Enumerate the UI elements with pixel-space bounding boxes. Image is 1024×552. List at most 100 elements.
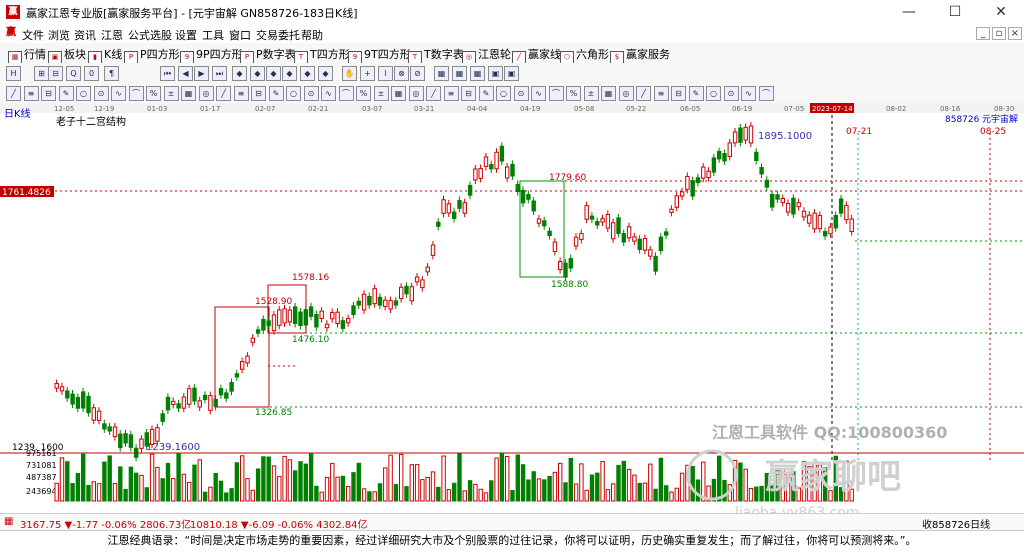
analysis-tool-17-icon[interactable]: ⊙ [303, 86, 319, 101]
analysis-tool-13-icon[interactable]: ≡ [233, 86, 249, 101]
analysis-tool-24-icon[interactable]: ╱ [426, 86, 441, 101]
analysis-tool-34-icon[interactable]: ▦ [601, 86, 616, 101]
analysis-tool-37-icon[interactable]: ≡ [653, 86, 669, 101]
analysis-tool-25-icon[interactable]: ≡ [443, 86, 459, 101]
toolbar-kline-button[interactable]: ▮ K线 [88, 46, 122, 64]
drawing-tool-24-icon[interactable]: ▣ [488, 66, 503, 81]
toolbar-winner-line-button[interactable]: ╱ 赢家线 [512, 46, 561, 64]
analysis-tool-43-icon[interactable]: ⌒ [758, 86, 774, 101]
analysis-tool-41-icon[interactable]: ⊙ [723, 86, 739, 101]
drawing-tool-20-icon[interactable]: ⊘ [410, 66, 425, 81]
menu-window[interactable]: 窗口 [229, 27, 251, 43]
drawing-tool-19-icon[interactable]: ⊗ [394, 66, 409, 81]
analysis-tool-31-icon[interactable]: ⌒ [548, 86, 564, 101]
menu-gann[interactable]: 江恩 [101, 27, 123, 43]
analysis-tool-6-icon[interactable]: ∿ [111, 86, 126, 101]
drawing-tool-25-icon[interactable]: ▣ [504, 66, 519, 81]
toolbar-9t-square-button[interactable]: 9 9T四方形 [348, 46, 411, 64]
drawing-tool-15-icon[interactable]: ◆ [318, 66, 333, 81]
analysis-tool-15-icon[interactable]: ✎ [268, 86, 284, 101]
drawing-tool-8-icon[interactable]: ▶ [194, 66, 209, 81]
drawing-tool-1-icon[interactable]: ⊞ [34, 66, 49, 81]
analysis-tool-8-icon[interactable]: % [146, 86, 161, 101]
analysis-tool-22-icon[interactable]: ▦ [391, 86, 406, 101]
toolbar-t-table-button[interactable]: T T数字表 [408, 46, 464, 64]
mdi-minimize-button[interactable]: _ [976, 27, 990, 40]
analysis-tool-36-icon[interactable]: ╱ [636, 86, 651, 101]
analysis-tool-9-icon[interactable]: ± [163, 86, 179, 101]
drawing-tool-17-icon[interactable]: + [360, 66, 375, 81]
drawing-tool-9-icon[interactable]: ⏭ [212, 66, 227, 81]
toolbar-t-square-button[interactable]: T T四方形 [294, 46, 350, 64]
analysis-tool-14-icon[interactable]: ⊟ [251, 86, 266, 101]
drawing-tool-21-icon[interactable]: ▦ [434, 66, 449, 81]
analysis-tool-3-icon[interactable]: ✎ [58, 86, 74, 101]
analysis-tool-7-icon[interactable]: ⌒ [128, 86, 144, 101]
toolbar-service-button[interactable]: $ 赢家服务 [610, 46, 670, 64]
analysis-tool-12-icon[interactable]: ╱ [216, 86, 231, 101]
menu-tools[interactable]: 工具 [202, 27, 224, 43]
drawing-tool-0-icon[interactable]: H [6, 66, 21, 81]
toolbar-gann-wheel-button[interactable]: ◎ 江恩轮 [462, 46, 511, 64]
kline-chart[interactable]: 12-05 12-19 01-03 01-17 02-07 02-21 03-07 03-21… [0, 103, 1024, 521]
mdi-restore-button[interactable]: ▫ [992, 27, 1006, 40]
maximize-button[interactable]: ☐ [932, 0, 978, 24]
toolbar-sector-button[interactable]: ▣ 板块 [48, 46, 86, 64]
drawing-tool-16-icon[interactable]: ✋ [342, 66, 357, 81]
menu-settings[interactable]: 设置 [175, 27, 197, 43]
analysis-tool-18-icon[interactable]: ∿ [321, 86, 336, 101]
analysis-tool-10-icon[interactable]: ▦ [181, 86, 196, 101]
analysis-tool-28-icon[interactable]: ○ [496, 86, 511, 101]
drawing-tool-23-icon[interactable]: ▦ [470, 66, 485, 81]
menu-browse[interactable]: 浏览 [48, 27, 70, 43]
analysis-tool-32-icon[interactable]: % [566, 86, 581, 101]
menu-formula[interactable]: 公式选股 [128, 27, 172, 43]
drawing-tool-18-icon[interactable]: ⌇ [378, 66, 393, 81]
menu-info[interactable]: 资讯 [74, 27, 96, 43]
kline-chart-panel[interactable]: 12-05 12-19 01-03 01-17 02-07 02-21 03-07 03-21… [0, 103, 1024, 521]
drawing-tool-22-icon[interactable]: ▦ [452, 66, 467, 81]
analysis-tool-42-icon[interactable]: ∿ [741, 86, 756, 101]
minimize-button[interactable]: — [886, 0, 932, 24]
drawing-tool-5-icon[interactable]: ¶ [104, 66, 119, 81]
drawing-tool-6-icon[interactable]: ⏮ [160, 66, 175, 81]
analysis-tool-29-icon[interactable]: ⊙ [513, 86, 529, 101]
menu-file[interactable]: 文件 [22, 27, 44, 43]
drawing-tool-2-icon[interactable]: ⊟ [48, 66, 63, 81]
toolbar-p-square-button[interactable]: P P四方形 [124, 46, 180, 64]
drawing-tool-12-icon[interactable]: ◆ [266, 66, 281, 81]
drawing-tool-3-icon[interactable]: Q [66, 66, 81, 81]
analysis-tool-1-icon[interactable]: ≡ [23, 86, 39, 101]
analysis-tool-4-icon[interactable]: ○ [76, 86, 91, 101]
analysis-tool-16-icon[interactable]: ○ [286, 86, 301, 101]
analysis-tool-20-icon[interactable]: % [356, 86, 371, 101]
menu-trade[interactable]: 交易委托 [256, 27, 300, 43]
close-button[interactable]: ✕ [978, 0, 1024, 24]
analysis-tool-19-icon[interactable]: ⌒ [338, 86, 354, 101]
analysis-tool-27-icon[interactable]: ✎ [478, 86, 494, 101]
analysis-tool-40-icon[interactable]: ○ [706, 86, 721, 101]
analysis-tool-39-icon[interactable]: ✎ [688, 86, 704, 101]
drawing-tool-7-icon[interactable]: ◀ [178, 66, 193, 81]
analysis-tool-21-icon[interactable]: ± [373, 86, 389, 101]
toolbar-hexagon-button[interactable]: ⬡ 六角形 [560, 46, 609, 64]
analysis-tool-5-icon[interactable]: ⊙ [93, 86, 109, 101]
toolbar-p-table-button[interactable]: P P数字表 [240, 46, 296, 64]
drawing-tool-13-icon[interactable]: ◆ [282, 66, 297, 81]
analysis-tool-35-icon[interactable]: ◎ [618, 86, 634, 101]
analysis-tool-26-icon[interactable]: ⊟ [461, 86, 476, 101]
analysis-tool-33-icon[interactable]: ± [583, 86, 599, 101]
analysis-tool-11-icon[interactable]: ◎ [198, 86, 214, 101]
analysis-tool-0-icon[interactable]: ╱ [6, 86, 21, 101]
drawing-tool-4-icon[interactable]: 0 [84, 66, 99, 81]
menu-help[interactable]: 帮助 [301, 27, 323, 43]
drawing-tool-14-icon[interactable]: ◆ [300, 66, 315, 81]
mdi-close-button[interactable]: × [1008, 27, 1022, 40]
toolbar-9p-square-button[interactable]: 9 9P四方形 [180, 46, 243, 64]
analysis-tool-38-icon[interactable]: ⊟ [671, 86, 686, 101]
analysis-tool-30-icon[interactable]: ∿ [531, 86, 546, 101]
analysis-tool-23-icon[interactable]: ◎ [408, 86, 424, 101]
analysis-tool-2-icon[interactable]: ⊟ [41, 86, 56, 101]
toolbar-quotes-button[interactable]: ▦ 行情 [8, 46, 46, 64]
drawing-tool-10-icon[interactable]: ◆ [232, 66, 247, 81]
